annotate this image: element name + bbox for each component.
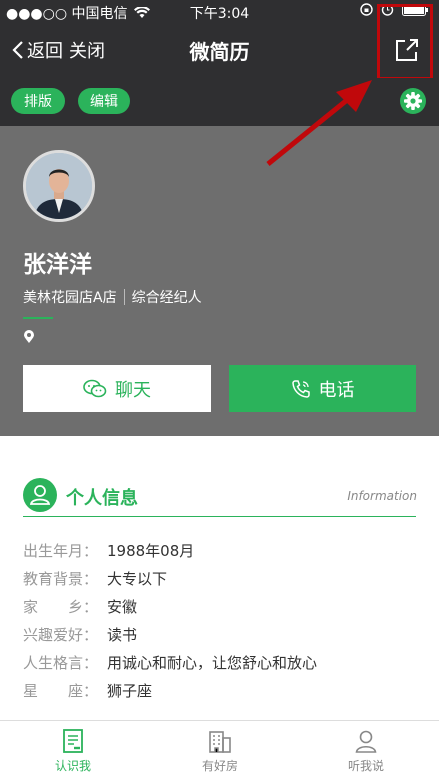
tab-label: 听我说 <box>347 759 384 773</box>
tab-label: 认识我 <box>54 759 91 773</box>
tab-about-me[interactable]: 认识我 <box>33 729 113 774</box>
tab-label: 有好房 <box>201 759 238 773</box>
annotation-arrow <box>266 80 372 166</box>
tab-listings[interactable]: 有好房 <box>180 729 260 774</box>
person-icon <box>355 730 377 753</box>
tab-bar: 认识我 有好房 听我说 <box>0 720 439 780</box>
document-icon <box>63 729 83 753</box>
building-icon <box>209 731 231 753</box>
tab-talk[interactable]: 听我说 <box>326 729 406 774</box>
